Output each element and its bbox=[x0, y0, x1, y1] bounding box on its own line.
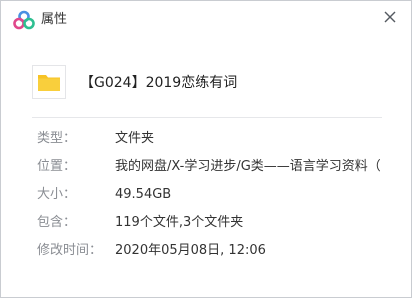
close-button[interactable] bbox=[379, 6, 401, 28]
folder-icon bbox=[32, 65, 66, 99]
dialog-title: 属性 bbox=[41, 12, 68, 27]
divider bbox=[32, 117, 382, 118]
property-label: 大小： bbox=[37, 187, 77, 202]
cloud-drive-logo-icon bbox=[13, 10, 35, 30]
property-row-size: 大小： 49.54GB bbox=[37, 185, 397, 213]
property-row-type: 类型： 文件夹 bbox=[37, 129, 397, 157]
property-value: 2020年05月08日, 12:06 bbox=[115, 243, 266, 258]
property-value: 我的网盘/X-学习进步/G类——语言学习资料（... bbox=[115, 159, 380, 174]
property-row-location: 位置： 我的网盘/X-学习进步/G类——语言学习资料（... bbox=[37, 157, 397, 185]
file-header: 【G024】2019恋练有词 bbox=[32, 65, 372, 101]
property-label: 包含： bbox=[37, 215, 77, 230]
property-label: 修改时间： bbox=[37, 243, 103, 258]
title-bar: 属性 bbox=[1, 1, 411, 39]
property-value: 49.54GB bbox=[115, 187, 172, 202]
property-value: 119个文件,3个文件夹 bbox=[115, 215, 244, 230]
property-row-modified: 修改时间： 2020年05月08日, 12:06 bbox=[37, 241, 397, 269]
properties-list: 类型： 文件夹 位置： 我的网盘/X-学习进步/G类——语言学习资料（... 大… bbox=[37, 129, 397, 269]
file-name: 【G024】2019恋练有词 bbox=[80, 75, 238, 91]
property-row-contains: 包含： 119个文件,3个文件夹 bbox=[37, 213, 397, 241]
properties-dialog: 属性 【G024】2019恋练有词 类型： 文件夹 位置： 我的网盘/X-学习进… bbox=[0, 0, 412, 298]
property-value: 文件夹 bbox=[115, 131, 155, 146]
property-label: 位置： bbox=[37, 159, 77, 174]
close-icon[interactable] bbox=[379, 6, 401, 28]
property-label: 类型： bbox=[37, 131, 77, 146]
